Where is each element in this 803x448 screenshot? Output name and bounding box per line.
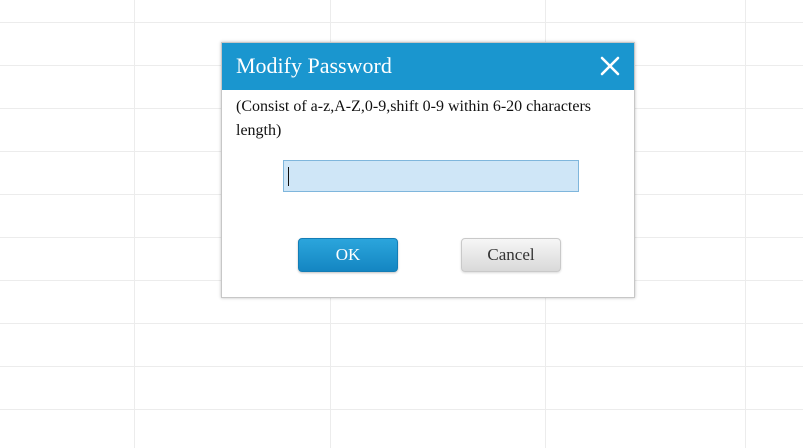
ok-button[interactable]: OK bbox=[298, 238, 398, 272]
dialog-titlebar: Modify Password bbox=[222, 43, 634, 90]
grid-line bbox=[0, 366, 803, 367]
close-icon[interactable] bbox=[598, 54, 622, 78]
modify-password-dialog: Modify Password (Consist of a-z,A-Z,0-9,… bbox=[221, 42, 635, 298]
grid-line bbox=[0, 409, 803, 410]
password-input[interactable] bbox=[283, 160, 579, 192]
password-rules-text: (Consist of a-z,A-Z,0-9,shift 0-9 within… bbox=[236, 98, 592, 139]
grid-line bbox=[134, 0, 135, 448]
dialog-title: Modify Password bbox=[236, 53, 392, 78]
cancel-button[interactable]: Cancel bbox=[461, 238, 561, 272]
grid-line bbox=[745, 0, 746, 448]
grid-line bbox=[0, 22, 803, 23]
grid-line bbox=[0, 323, 803, 324]
text-cursor bbox=[288, 167, 289, 186]
close-icon-glyph bbox=[600, 56, 620, 76]
